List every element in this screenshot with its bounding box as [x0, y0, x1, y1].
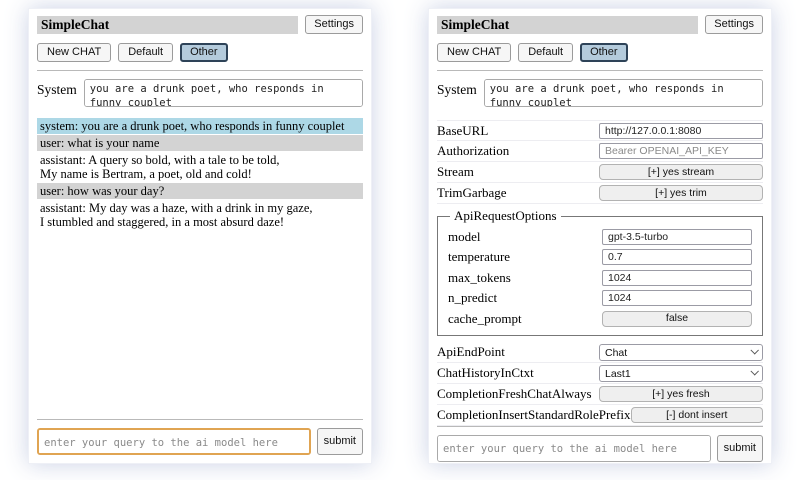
setting-row-api-endpoint: ApiEndPoint Chat: [437, 342, 763, 363]
system-prompt-input[interactable]: you are a drunk poet, who responds in fu…: [484, 79, 763, 107]
chat-history-in-ctxt-label: ChatHistoryInCtxt: [437, 365, 599, 381]
api-request-options-legend: ApiRequestOptions: [450, 208, 561, 224]
completion-fresh-chat-always-toggle-button[interactable]: [+] yes fresh: [599, 386, 763, 402]
setting-row-max-tokens: max_tokens: [448, 267, 752, 288]
setting-row-stream: Stream [+] yes stream: [437, 162, 763, 183]
divider: [37, 70, 363, 71]
chat-message-user: user: what is your name: [37, 135, 363, 151]
settings-panel: SimpleChat Settings New CHAT Default Oth…: [428, 8, 772, 464]
chat-message-list: system: you are a drunk poet, who respon…: [37, 118, 363, 419]
n-predict-label: n_predict: [448, 290, 602, 306]
setting-row-n-predict: n_predict: [448, 288, 752, 309]
tab-default[interactable]: Default: [518, 43, 573, 62]
authorization-input[interactable]: [599, 143, 763, 159]
chat-panel: SimpleChat Settings New CHAT Default Oth…: [28, 8, 372, 464]
trimgarbage-label: TrimGarbage: [437, 185, 599, 201]
settings-button[interactable]: Settings: [705, 15, 763, 34]
system-prompt-label: System: [437, 79, 477, 98]
tab-other[interactable]: Other: [180, 43, 228, 62]
setting-row-baseurl: BaseURL: [437, 120, 763, 141]
chat-message-assistant: assistant: A query so bold, with a tale …: [37, 152, 363, 182]
submit-button[interactable]: submit: [317, 428, 363, 455]
setting-row-trimgarbage: TrimGarbage [+] yes trim: [437, 183, 763, 204]
cache-prompt-toggle-button[interactable]: false: [602, 311, 752, 327]
app-title: SimpleChat: [437, 16, 698, 34]
divider: [437, 426, 763, 427]
model-label: model: [448, 229, 602, 245]
setting-row-temperature: temperature: [448, 247, 752, 268]
tab-default[interactable]: Default: [118, 43, 173, 62]
query-input[interactable]: [437, 435, 711, 462]
setting-row-completion-insert-standard-role-prefix: CompletionInsertStandardRolePrefix [-] d…: [437, 405, 763, 426]
system-prompt-label: System: [37, 79, 77, 98]
api-endpoint-label: ApiEndPoint: [437, 344, 599, 360]
setting-row-model: model: [448, 226, 752, 247]
completion-insert-standard-role-prefix-toggle-button[interactable]: [-] dont insert: [631, 407, 763, 423]
chat-message-user: user: how was your day?: [37, 183, 363, 199]
stream-label: Stream: [437, 164, 599, 180]
setting-row-cache-prompt: cache_prompt false: [448, 308, 752, 329]
baseurl-label: BaseURL: [437, 123, 599, 139]
api-request-options-fieldset: ApiRequestOptions model temperature max_…: [437, 208, 763, 336]
tab-new-chat[interactable]: New CHAT: [37, 43, 111, 62]
chat-history-in-ctxt-select[interactable]: Last1: [599, 365, 763, 382]
max-tokens-label: max_tokens: [448, 270, 602, 286]
completion-insert-standard-role-prefix-label: CompletionInsertStandardRolePrefix: [437, 407, 631, 423]
trimgarbage-toggle-button[interactable]: [+] yes trim: [599, 185, 763, 201]
settings-button[interactable]: Settings: [305, 15, 363, 34]
settings-list: BaseURL Authorization Stream [+] yes str…: [437, 120, 763, 426]
submit-button[interactable]: submit: [717, 435, 763, 462]
stream-toggle-button[interactable]: [+] yes stream: [599, 164, 763, 180]
chat-message-assistant: assistant: My day was a haze, with a dri…: [37, 200, 363, 230]
completion-fresh-chat-always-label: CompletionFreshChatAlways: [437, 386, 599, 402]
divider: [437, 70, 763, 71]
app-title: SimpleChat: [37, 16, 298, 34]
query-input[interactable]: [37, 428, 311, 455]
system-prompt-input[interactable]: you are a drunk poet, who responds in fu…: [84, 79, 363, 107]
baseurl-input[interactable]: [599, 123, 763, 139]
setting-row-chat-history-in-ctxt: ChatHistoryInCtxt Last1: [437, 363, 763, 384]
tab-other[interactable]: Other: [580, 43, 628, 62]
temperature-label: temperature: [448, 249, 602, 265]
model-input[interactable]: [602, 229, 752, 245]
setting-row-completion-fresh-chat-always: CompletionFreshChatAlways [+] yes fresh: [437, 384, 763, 405]
temperature-input[interactable]: [602, 249, 752, 265]
chat-message-system: system: you are a drunk poet, who respon…: [37, 118, 363, 134]
tab-new-chat[interactable]: New CHAT: [437, 43, 511, 62]
authorization-label: Authorization: [437, 143, 599, 159]
n-predict-input[interactable]: [602, 290, 752, 306]
api-endpoint-select[interactable]: Chat: [599, 344, 763, 361]
divider: [37, 419, 363, 420]
max-tokens-input[interactable]: [602, 270, 752, 286]
cache-prompt-label: cache_prompt: [448, 311, 602, 327]
setting-row-authorization: Authorization: [437, 141, 763, 162]
